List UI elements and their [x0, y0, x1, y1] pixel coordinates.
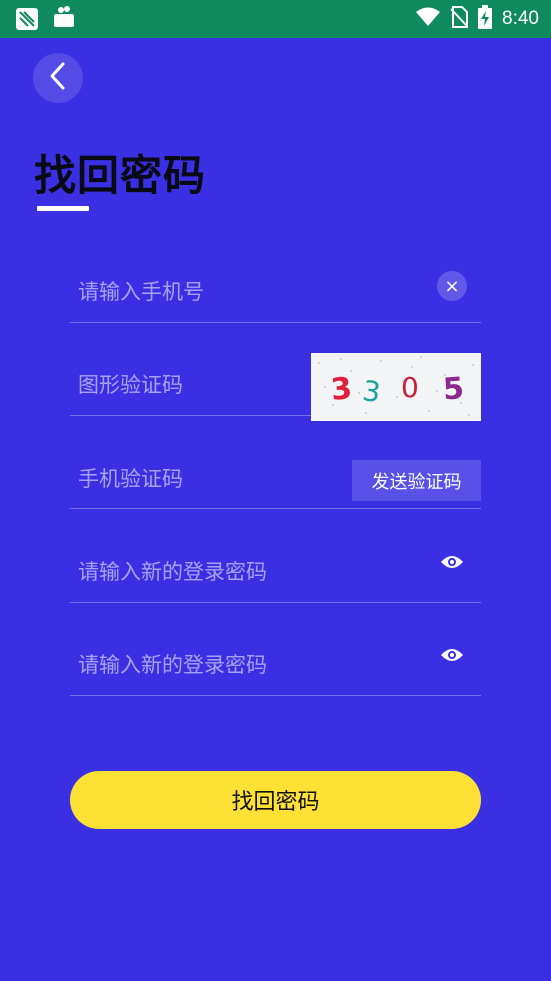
eye-icon	[440, 554, 464, 574]
toggle-new-password-button[interactable]	[439, 553, 465, 575]
confirm-password-input[interactable]	[78, 640, 398, 690]
send-code-button[interactable]: 发送验证码	[352, 460, 481, 501]
status-bar: 8:40	[0, 0, 551, 38]
captcha-image[interactable]: 3 3 0 5	[311, 353, 481, 421]
captcha-digit-4: 5	[442, 371, 465, 407]
status-bar-right: 8:40	[416, 5, 539, 33]
chevron-left-icon	[48, 61, 68, 95]
no-sim-icon	[450, 6, 469, 32]
captcha-digit-1: 3	[329, 371, 353, 408]
title-underline	[37, 206, 89, 211]
sms-code-input[interactable]	[78, 453, 358, 505]
new-password-field	[70, 547, 481, 603]
status-time: 8:40	[502, 8, 539, 29]
clear-phone-button[interactable]: ×	[437, 271, 467, 301]
toggle-confirm-password-button[interactable]	[439, 646, 465, 668]
phone-input[interactable]	[78, 267, 358, 317]
status-bar-left	[16, 5, 76, 33]
captcha-digit-3: 0	[401, 371, 419, 404]
battery-charging-icon	[478, 5, 493, 33]
captcha-field: 3 3 0 5	[70, 353, 481, 421]
sms-code-field: 发送验证码	[70, 453, 481, 509]
app-notification-icon	[16, 8, 38, 30]
bag-icon	[52, 5, 76, 33]
wifi-icon	[416, 7, 441, 31]
close-icon: ×	[444, 275, 460, 297]
submit-button[interactable]: 找回密码	[70, 771, 481, 829]
phone-field: ×	[70, 267, 481, 323]
page-title: 找回密码	[34, 151, 207, 200]
captcha-digit-2: 3	[360, 374, 382, 409]
eye-icon	[440, 647, 464, 667]
new-password-input[interactable]	[78, 547, 398, 597]
back-button[interactable]	[33, 53, 83, 103]
confirm-password-field	[70, 640, 481, 696]
